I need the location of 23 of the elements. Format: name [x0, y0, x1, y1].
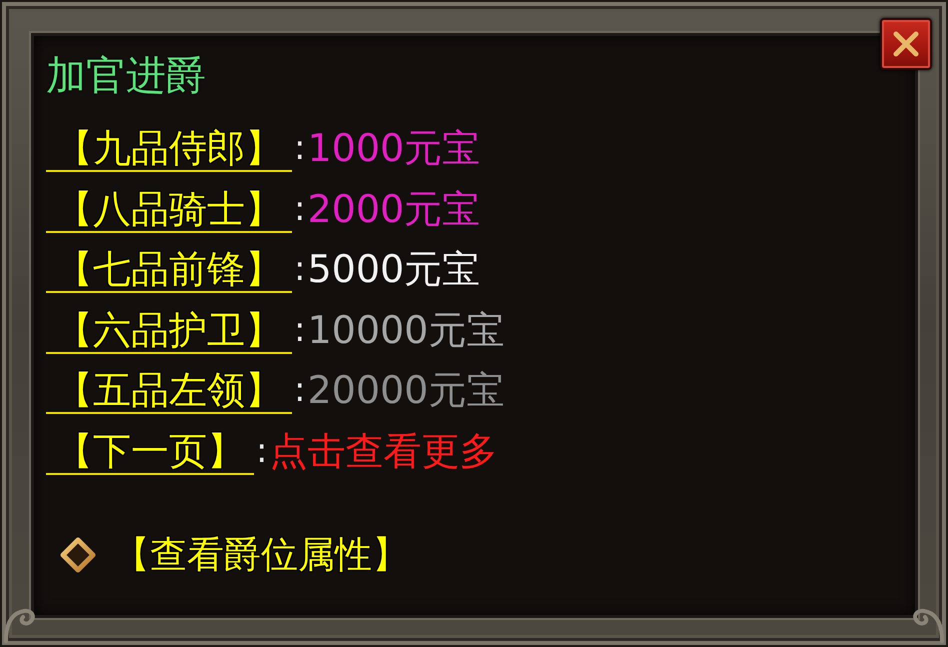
cost-text: 2000元宝: [307, 186, 480, 231]
close-button[interactable]: [880, 18, 932, 70]
colon-text: :: [293, 248, 306, 292]
rank-link[interactable]: 【八品骑士】: [46, 186, 292, 233]
cost-text: 10000元宝: [307, 308, 504, 352]
rank-link[interactable]: 【七品前锋】: [46, 247, 292, 294]
colon-text: :: [293, 308, 306, 352]
attribute-link[interactable]: 【查看爵位属性】: [113, 532, 409, 577]
cost-text: 1000元宝: [307, 126, 480, 170]
close-icon: [891, 29, 921, 59]
rank-link[interactable]: 【九品侍郎】: [46, 126, 292, 172]
cost-text: 20000元宝: [307, 368, 504, 412]
colon-text: :: [293, 369, 306, 412]
rank-link[interactable]: 【下一页】: [46, 428, 254, 475]
colon-text: :: [255, 430, 268, 473]
rank-link[interactable]: 【五品左领】: [46, 368, 292, 414]
cost-text: 点击查看更多: [269, 428, 498, 473]
rank-link[interactable]: 【六品护卫】: [46, 308, 292, 354]
cost-text: 5000元宝: [307, 247, 480, 292]
diamond-icon: [60, 536, 96, 573]
colon-text: :: [293, 188, 306, 231]
window-title: 加官进爵: [46, 54, 206, 98]
colon-text: :: [293, 127, 306, 170]
